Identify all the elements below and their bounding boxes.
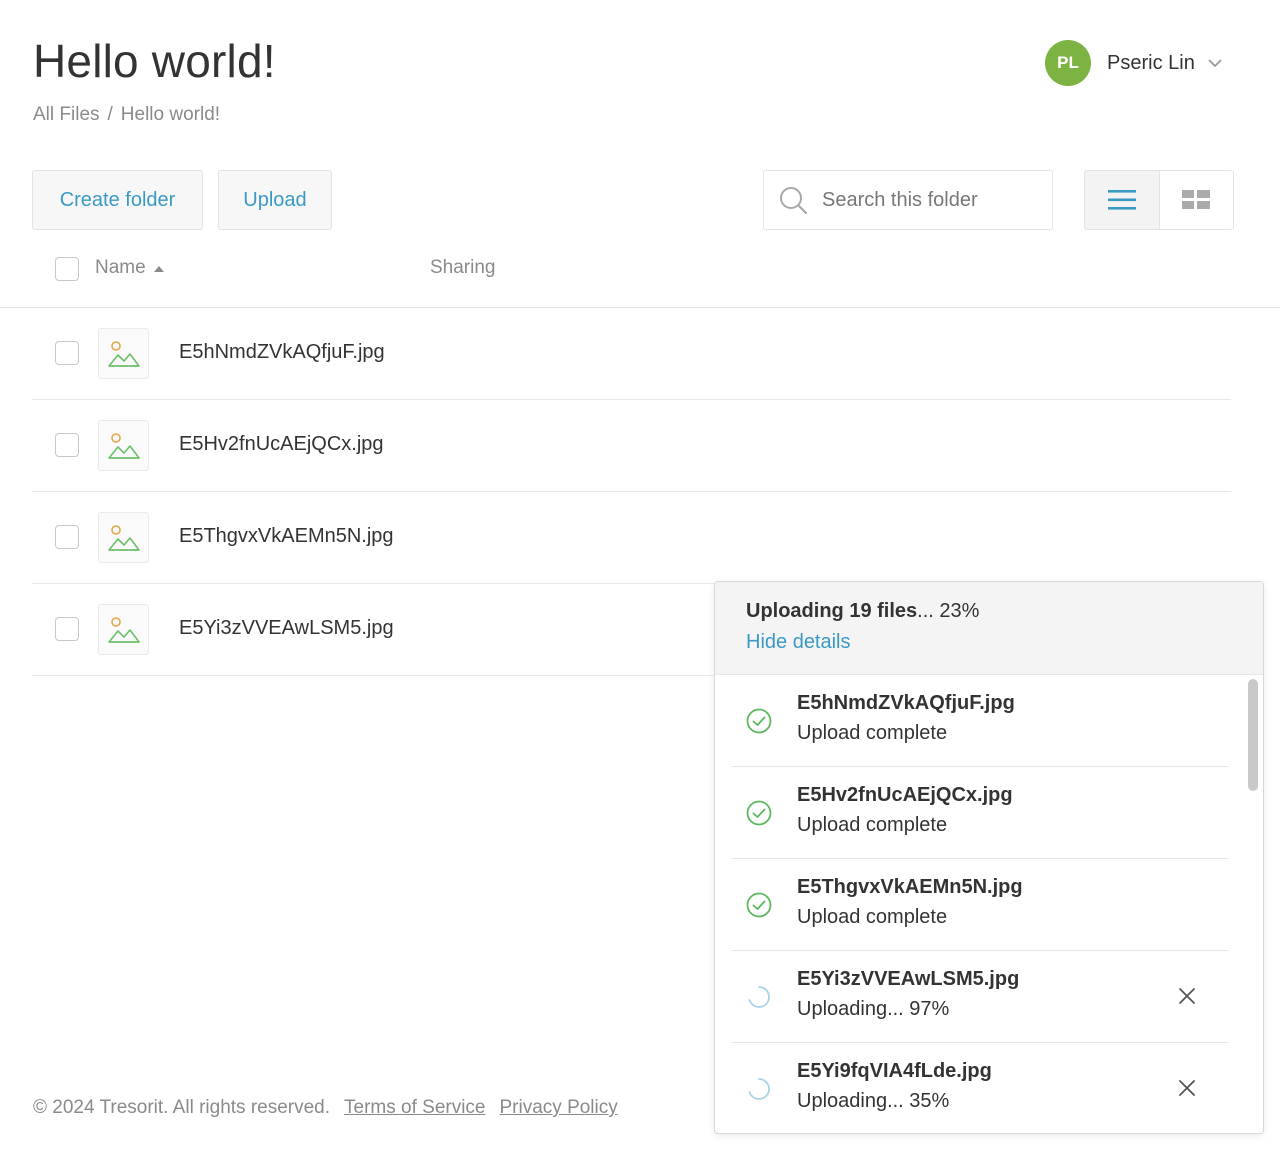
upload-panel-header: Uploading 19 files... 23% Hide details — [715, 582, 1263, 675]
upload-progress-panel: Uploading 19 files... 23% Hide details E… — [714, 581, 1264, 1134]
view-toggle — [1084, 170, 1234, 230]
page-title: Hello world! — [33, 35, 276, 87]
sort-by-name[interactable]: Name — [95, 257, 164, 279]
file-row[interactable]: E5hNmdZVkAQfjuF.jpg — [32, 308, 1231, 400]
select-all-checkbox[interactable] — [55, 257, 79, 281]
row-checkbox[interactable] — [55, 525, 79, 549]
search-input[interactable] — [822, 188, 1022, 212]
user-menu[interactable]: PL Pseric Lin — [1045, 40, 1223, 86]
close-icon[interactable] — [1177, 986, 1197, 1006]
file-row[interactable]: E5Hv2fnUcAEjQCx.jpg — [32, 400, 1231, 492]
list-view-icon — [1107, 190, 1136, 210]
upload-file-name: E5Yi3zVVEAwLSM5.jpg — [797, 968, 1020, 990]
upload-item: E5Yi9fqVIA4fLde.jpg Uploading... 35% — [732, 1043, 1228, 1133]
search-box — [763, 170, 1053, 230]
breadcrumb: All Files / Hello world! — [33, 104, 220, 126]
upload-status-text: Upload complete — [797, 906, 948, 928]
upload-item: E5Hv2fnUcAEjQCx.jpg Upload complete — [732, 767, 1228, 859]
list-header: Name Sharing — [0, 240, 1280, 308]
image-file-icon — [98, 604, 149, 655]
upload-status-text: Upload complete — [797, 722, 948, 744]
create-folder-button[interactable]: Create folder — [32, 170, 203, 230]
chevron-down-icon[interactable] — [1207, 55, 1223, 71]
upload-item: E5ThgvxVkAEMn5N.jpg Upload complete — [732, 859, 1228, 951]
file-row[interactable]: E5ThgvxVkAEMn5N.jpg — [32, 492, 1231, 584]
close-icon[interactable] — [1177, 1078, 1197, 1098]
row-checkbox[interactable] — [55, 341, 79, 365]
upload-file-name: E5ThgvxVkAEMn5N.jpg — [797, 876, 1023, 898]
upload-list: E5hNmdZVkAQfjuF.jpg Upload complete E5Hv… — [715, 675, 1247, 1133]
check-circle-icon — [746, 800, 772, 826]
upload-file-name: E5Hv2fnUcAEjQCx.jpg — [797, 784, 1013, 806]
privacy-policy-link[interactable]: Privacy Policy — [500, 1097, 618, 1119]
upload-status-text: Uploading... 35% — [797, 1090, 950, 1112]
list-view-button[interactable] — [1085, 171, 1160, 229]
upload-item: E5Yi3zVVEAwLSM5.jpg Uploading... 97% — [732, 951, 1228, 1043]
image-file-icon — [98, 420, 149, 471]
upload-item: E5hNmdZVkAQfjuF.jpg Upload complete — [732, 675, 1228, 767]
check-circle-icon — [746, 708, 772, 734]
breadcrumb-all-files[interactable]: All Files — [33, 104, 100, 126]
breadcrumb-separator: / — [107, 104, 113, 125]
grid-view-button[interactable] — [1160, 171, 1234, 229]
copyright-text: © 2024 Tresorit. All rights reserved. — [33, 1097, 331, 1118]
breadcrumb-current: Hello world! — [120, 104, 221, 125]
grid-view-icon — [1182, 190, 1211, 209]
search-icon — [780, 187, 808, 215]
sort-ascending-icon — [153, 266, 164, 272]
upload-status-text: Upload complete — [797, 814, 948, 836]
upload-status-text: Uploading... 97% — [797, 998, 950, 1020]
image-file-icon — [98, 328, 149, 379]
column-name-label: Name — [95, 257, 146, 278]
upload-count-text: Uploading 19 files — [746, 600, 918, 622]
row-checkbox[interactable] — [55, 617, 79, 641]
upload-file-name: E5hNmdZVkAQfjuF.jpg — [797, 692, 1015, 714]
image-file-icon — [98, 512, 149, 563]
spinner-icon — [748, 1078, 770, 1100]
upload-file-name: E5Yi9fqVIA4fLde.jpg — [797, 1060, 992, 1082]
file-name[interactable]: E5Hv2fnUcAEjQCx.jpg — [179, 433, 384, 456]
upload-panel-title: Uploading 19 files... 23% — [746, 600, 1263, 623]
upload-button[interactable]: Upload — [218, 170, 332, 230]
check-circle-icon — [746, 892, 772, 918]
terms-of-service-link[interactable]: Terms of Service — [344, 1097, 485, 1119]
footer: © 2024 Tresorit. All rights reserved. Te… — [33, 1097, 618, 1119]
file-name[interactable]: E5hNmdZVkAQfjuF.jpg — [179, 341, 385, 364]
file-name[interactable]: E5Yi3zVVEAwLSM5.jpg — [179, 617, 394, 640]
row-checkbox[interactable] — [55, 433, 79, 457]
user-name[interactable]: Pseric Lin — [1107, 52, 1195, 75]
avatar[interactable]: PL — [1045, 40, 1091, 86]
hide-details-link[interactable]: Hide details — [746, 631, 1263, 654]
upload-percent-text: ... 23% — [917, 600, 980, 622]
file-name[interactable]: E5ThgvxVkAEMn5N.jpg — [179, 525, 394, 548]
spinner-icon — [748, 986, 770, 1008]
column-sharing-label: Sharing — [430, 257, 496, 278]
scrollbar-thumb[interactable] — [1248, 679, 1258, 791]
